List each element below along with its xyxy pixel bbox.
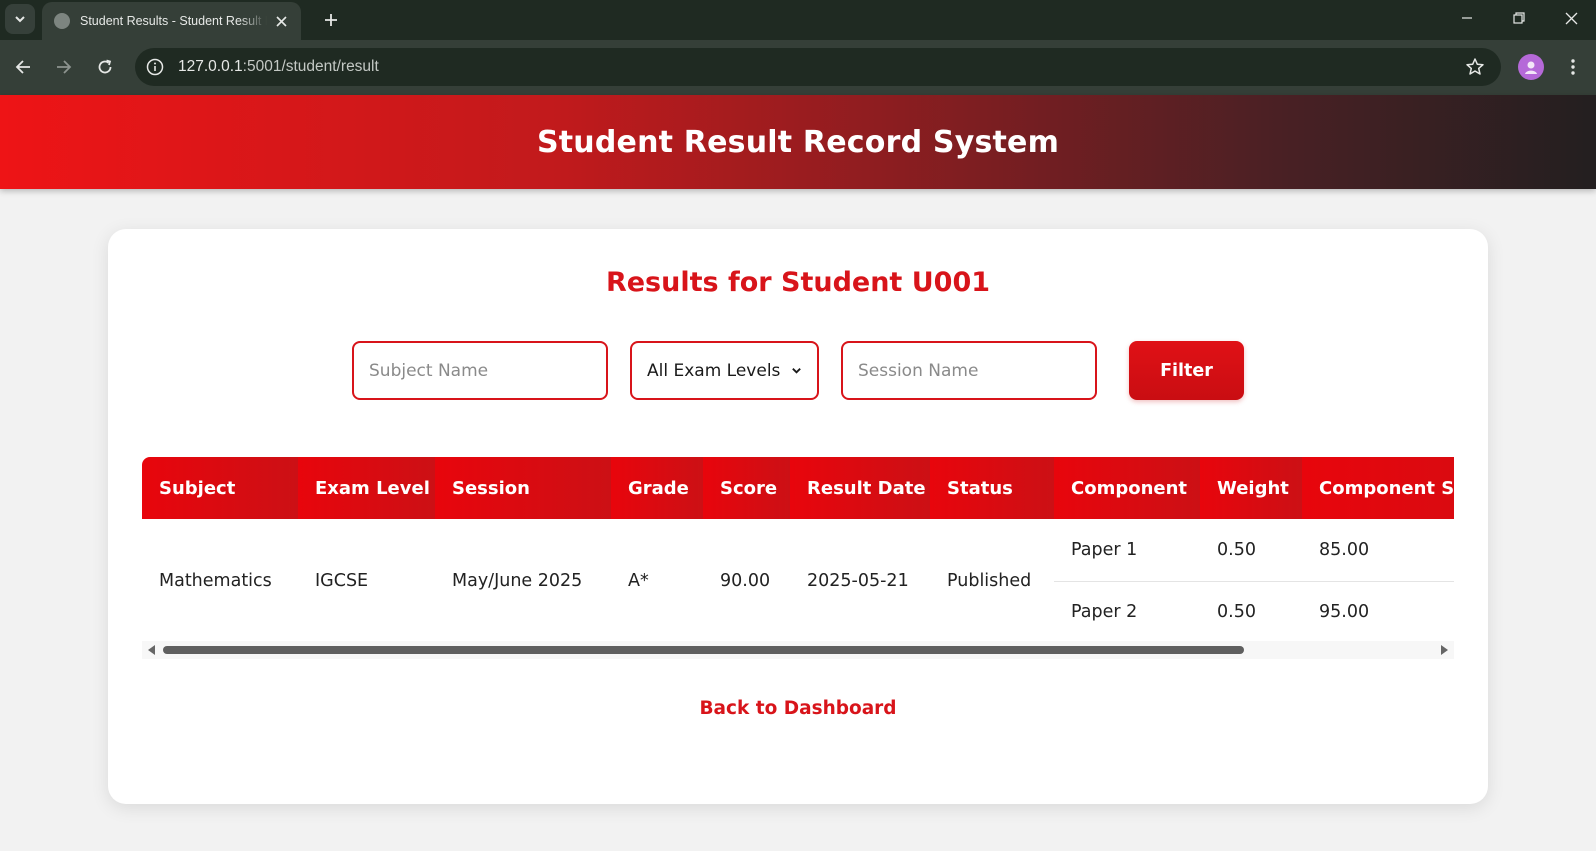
session-cell: May/June 2025: [452, 571, 583, 591]
minimize-button[interactable]: [1441, 0, 1493, 36]
forward-button[interactable]: [49, 52, 79, 82]
reload-icon: [98, 59, 112, 74]
site-info-icon[interactable]: [143, 55, 167, 79]
column-header: Weight: [1200, 457, 1302, 519]
scroll-left-arrow[interactable]: [148, 645, 155, 655]
globe-icon: [54, 13, 70, 29]
profile-avatar[interactable]: [1518, 54, 1544, 80]
component-cell: Paper 2: [1071, 602, 1138, 623]
column-header: Score: [703, 457, 790, 519]
result-date-cell: 2025-05-21: [807, 571, 909, 591]
close-window-button[interactable]: [1545, 0, 1596, 36]
page-title: Results for Student U001: [605, 267, 991, 298]
url-path: :5001/student/result: [242, 58, 379, 75]
more-vert-icon: [1571, 59, 1575, 75]
column-header: Grade: [611, 457, 703, 519]
chevron-down-icon: [792, 368, 801, 374]
restore-icon: [1513, 12, 1525, 24]
browser-menu-button[interactable]: [1560, 54, 1586, 80]
url-text: 127.0.0.1:5001/student/result: [178, 58, 379, 76]
results-table-container: Subject Exam Level Session Grade Score R…: [142, 457, 1454, 647]
tab-search-button[interactable]: [5, 4, 35, 34]
subject-name-input[interactable]: [352, 341, 608, 400]
plus-icon: [325, 14, 337, 26]
chevron-down-icon: [15, 16, 25, 23]
close-icon: [275, 15, 287, 27]
browser-toolbar: 127.0.0.1:5001/student/result: [0, 40, 1596, 95]
scroll-right-arrow[interactable]: [1441, 645, 1448, 655]
filter-form: All Exam Levels Filter: [108, 341, 1488, 401]
weight-cell: 0.50: [1217, 602, 1256, 623]
scrollbar-thumb[interactable]: [163, 646, 1244, 654]
new-tab-button[interactable]: [317, 6, 345, 34]
component-score-cell: 85.00: [1302, 519, 1454, 582]
exam-level-select[interactable]: All Exam Levels: [630, 341, 819, 400]
table-row: Mathematics IGCSE May/June 2025 A* 90.00…: [142, 519, 1454, 591]
tab-title: Student Results - Student Result Record …: [80, 14, 267, 28]
minimize-icon: [1462, 17, 1472, 19]
browser-tabstrip: Student Results - Student Result Record …: [0, 0, 1596, 40]
weight-cell: 0.50: [1200, 519, 1302, 582]
column-header: Subject: [142, 457, 298, 519]
restore-button[interactable]: [1493, 0, 1545, 36]
column-header: Session: [435, 457, 611, 519]
status-cell: Published: [947, 571, 1032, 591]
star-icon[interactable]: [1465, 57, 1485, 77]
component-score-cell: 95.00: [1319, 602, 1370, 623]
component-cell: Paper 1: [1054, 519, 1200, 582]
subject-cell: Mathematics: [159, 571, 272, 591]
browser-tab[interactable]: Student Results - Student Result Record …: [42, 2, 301, 40]
back-button[interactable]: [8, 52, 38, 82]
column-header: Result Date: [790, 457, 930, 519]
arrow-right-icon: [57, 60, 72, 74]
column-header: Component Score: [1302, 457, 1454, 519]
close-tab-button[interactable]: [273, 13, 289, 29]
exam-level-selected: All Exam Levels: [647, 360, 781, 381]
address-bar[interactable]: 127.0.0.1:5001/student/result: [135, 48, 1501, 86]
back-to-dashboard-link[interactable]: Back to Dashboard: [108, 698, 1488, 719]
results-table: Subject Exam Level Session Grade Score R…: [142, 457, 1454, 643]
column-header: Status: [930, 457, 1054, 519]
site-header: Student Result Record System: [0, 95, 1596, 189]
grade-cell: A*: [628, 571, 649, 591]
session-name-input[interactable]: [841, 341, 1097, 400]
arrow-left-icon: [15, 60, 30, 74]
table-header-row: Subject Exam Level Session Grade Score R…: [142, 457, 1454, 519]
column-header: Exam Level: [298, 457, 435, 519]
horizontal-scrollbar[interactable]: [142, 641, 1454, 659]
close-icon: [1565, 12, 1577, 24]
results-card: Results for Student U001 All Exam Levels…: [108, 229, 1488, 804]
exam-level-cell: IGCSE: [315, 571, 369, 591]
column-header: Component: [1054, 457, 1200, 519]
site-title: Student Result Record System: [536, 124, 1060, 160]
profile-icon: [1525, 61, 1537, 74]
url-host: 127.0.0.1: [178, 58, 243, 75]
reload-button[interactable]: [90, 52, 120, 82]
score-cell: 90.00: [720, 571, 771, 591]
filter-button[interactable]: Filter: [1129, 341, 1244, 400]
